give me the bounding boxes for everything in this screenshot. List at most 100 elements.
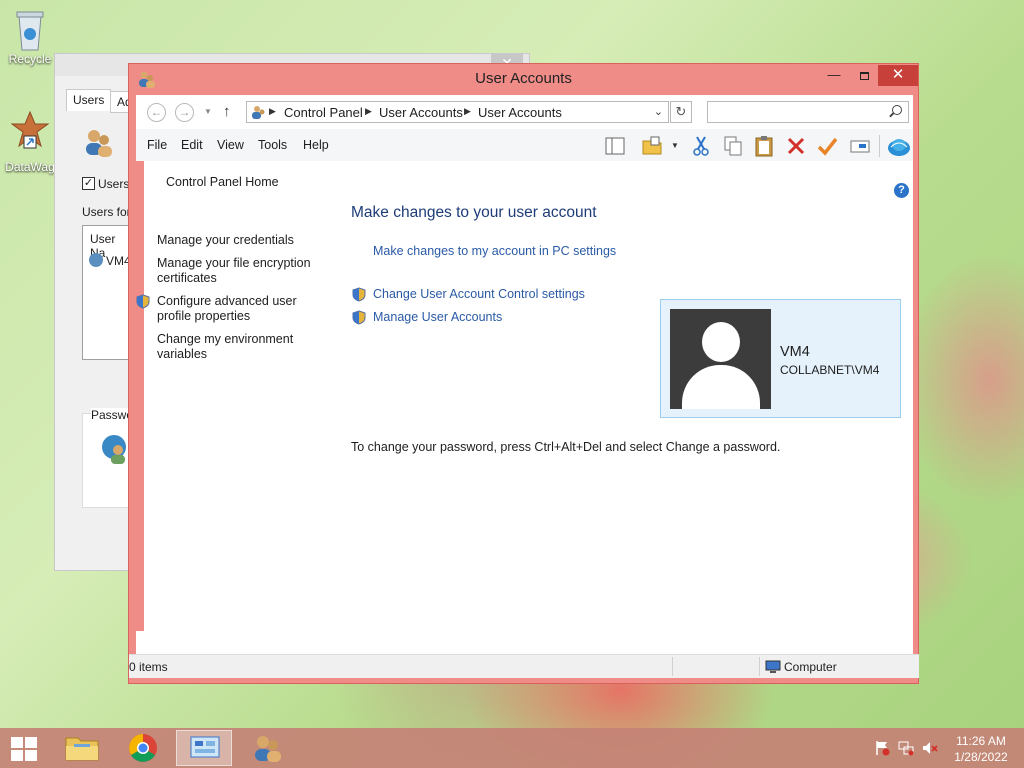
internet-globe-icon[interactable] (887, 135, 910, 157)
help-icon[interactable]: ? (894, 183, 909, 198)
users-for-label: Users for (82, 205, 131, 219)
file-encryption-certificates-link[interactable]: Manage your file encryption certificates (157, 256, 322, 286)
menu-view[interactable]: View (217, 138, 244, 152)
desktop-icon-label: DataWag (5, 160, 55, 174)
breadcrumb-user-accounts[interactable]: User Accounts (478, 105, 562, 120)
breadcrumb-chevron-icon[interactable]: ▶ (365, 106, 372, 117)
copy-icon[interactable] (722, 135, 744, 157)
maximize-icon (859, 71, 869, 80)
taskbar-user-accounts[interactable] (239, 730, 295, 766)
uac-shield-icon (352, 287, 366, 302)
menu-help[interactable]: Help (303, 138, 329, 152)
breadcrumb-control-panel[interactable]: Control Panel (284, 105, 363, 120)
status-divider (759, 657, 760, 676)
taskbar-chrome[interactable] (115, 730, 171, 766)
taskbar-file-explorer[interactable] (54, 730, 110, 766)
user-accounts-window: User Accounts — ✕ ← → ▼ ↑ ▶ Control Pane… (128, 63, 919, 684)
item-count: 0 items (129, 660, 168, 674)
desktop-icon-label: Recycle (8, 52, 52, 66)
password-group: Passwo (82, 408, 134, 508)
clock[interactable]: 11:26 AM 1/28/2022 (948, 733, 1014, 765)
checkbox-label: Users (98, 177, 130, 191)
folder-options-icon[interactable] (641, 135, 663, 157)
paste-icon[interactable] (753, 135, 775, 157)
left-pane-edge (136, 161, 144, 631)
uac-settings-link[interactable]: Change User Account Control settings (373, 287, 585, 301)
avatar (670, 309, 771, 409)
recent-locations-button[interactable]: ▼ (204, 107, 212, 116)
windows-logo-icon (11, 737, 37, 761)
status-location: Computer (784, 660, 837, 674)
address-bar[interactable]: ▶ Control Panel ▶ User Accounts ▶ User A… (246, 101, 669, 123)
account-domain: COLLABNET\VM4 (780, 363, 880, 377)
minimize-button[interactable]: — (819, 65, 849, 86)
clock-date: 1/28/2022 (954, 750, 1008, 764)
file-explorer-icon (65, 737, 99, 761)
password-info-text: To change your password, press Ctrl+Alt+… (351, 440, 781, 454)
users-icon (82, 127, 114, 159)
environment-variables-link[interactable]: Change my environment variables (157, 332, 307, 362)
advanced-profile-properties-link[interactable]: Configure advanced user profile properti… (157, 294, 307, 324)
uac-shield-icon (136, 294, 150, 309)
users-must-enter-checkbox[interactable]: ✓ (82, 177, 95, 190)
pc-settings-link[interactable]: Make changes to my account in PC setting… (373, 244, 616, 258)
properties-check-icon[interactable] (816, 135, 838, 157)
taskbar-control-panel[interactable] (176, 730, 232, 766)
breadcrumb-user-accounts-category[interactable]: User Accounts (379, 105, 463, 120)
search-icon (892, 105, 902, 115)
refresh-button[interactable]: ↻ (670, 101, 692, 123)
search-input[interactable] (707, 101, 909, 123)
tab-users[interactable]: Users (66, 89, 112, 111)
desktop-icon-datawag[interactable]: DataWag (0, 110, 60, 174)
menu-edit[interactable]: Edit (181, 138, 203, 152)
manage-user-accounts-link[interactable]: Manage User Accounts (373, 310, 502, 324)
toolbar-divider (879, 135, 880, 157)
breadcrumb-chevron-icon[interactable]: ▶ (269, 106, 276, 117)
close-button[interactable]: ✕ (878, 65, 918, 86)
network-icon[interactable] (898, 740, 914, 756)
navigation-bar: ← → ▼ ↑ ▶ Control Panel ▶ User Accounts … (136, 95, 913, 129)
up-button[interactable]: ↑ (223, 103, 231, 120)
menu-tools[interactable]: Tools (258, 138, 287, 152)
manage-credentials-link[interactable]: Manage your credentials (157, 233, 322, 248)
layout-pane-icon[interactable] (604, 135, 626, 157)
folder-options-dropdown-icon[interactable]: ▼ (671, 141, 679, 150)
action-center-flag-icon[interactable] (874, 740, 890, 756)
menu-bar: File Edit View Tools Help ▼ (136, 129, 913, 161)
uac-shield-icon (352, 310, 366, 325)
volume-muted-icon[interactable] (922, 740, 938, 756)
password-user-icon (99, 434, 129, 464)
taskbar: 11:26 AM 1/28/2022 (0, 728, 1024, 768)
forward-button[interactable]: → (175, 103, 194, 122)
status-bar: 0 items Computer (129, 654, 919, 678)
address-dropdown-icon[interactable]: ⌄ (654, 105, 663, 118)
account-card: VM4 COLLABNET\VM4 (660, 299, 901, 418)
window-title: User Accounts (475, 70, 572, 87)
cut-icon[interactable] (690, 135, 712, 157)
computer-icon (765, 660, 781, 674)
page-title: Make changes to your user account (351, 204, 597, 221)
status-divider (672, 657, 673, 676)
recycle-bin-icon (10, 6, 50, 51)
back-button[interactable]: ← (147, 103, 166, 122)
datawag-shortcut-icon (10, 110, 50, 150)
control-panel-home-link[interactable]: Control Panel Home (166, 175, 279, 190)
menu-file[interactable]: File (147, 138, 167, 152)
control-panel-icon (251, 105, 266, 120)
user-row-icon (89, 253, 103, 267)
clock-time: 11:26 AM (956, 734, 1006, 748)
avatar-body-shape (682, 365, 760, 409)
content-area: ? Control Panel Home Manage your credent… (136, 161, 913, 654)
rename-icon[interactable] (849, 135, 871, 157)
account-name: VM4 (780, 344, 810, 360)
avatar-head-shape (702, 322, 740, 362)
users-icon (255, 736, 281, 762)
desktop-icon-recycle-bin[interactable]: Recycle (0, 6, 60, 66)
user-row[interactable]: VM4 (106, 254, 131, 268)
users-list[interactable]: User Na VM4 (82, 225, 132, 360)
delete-icon[interactable] (785, 135, 807, 157)
start-button[interactable] (10, 736, 38, 762)
breadcrumb-chevron-icon[interactable]: ▶ (464, 106, 471, 117)
password-group-label: Passwo (91, 408, 134, 422)
maximize-button[interactable] (849, 65, 879, 86)
